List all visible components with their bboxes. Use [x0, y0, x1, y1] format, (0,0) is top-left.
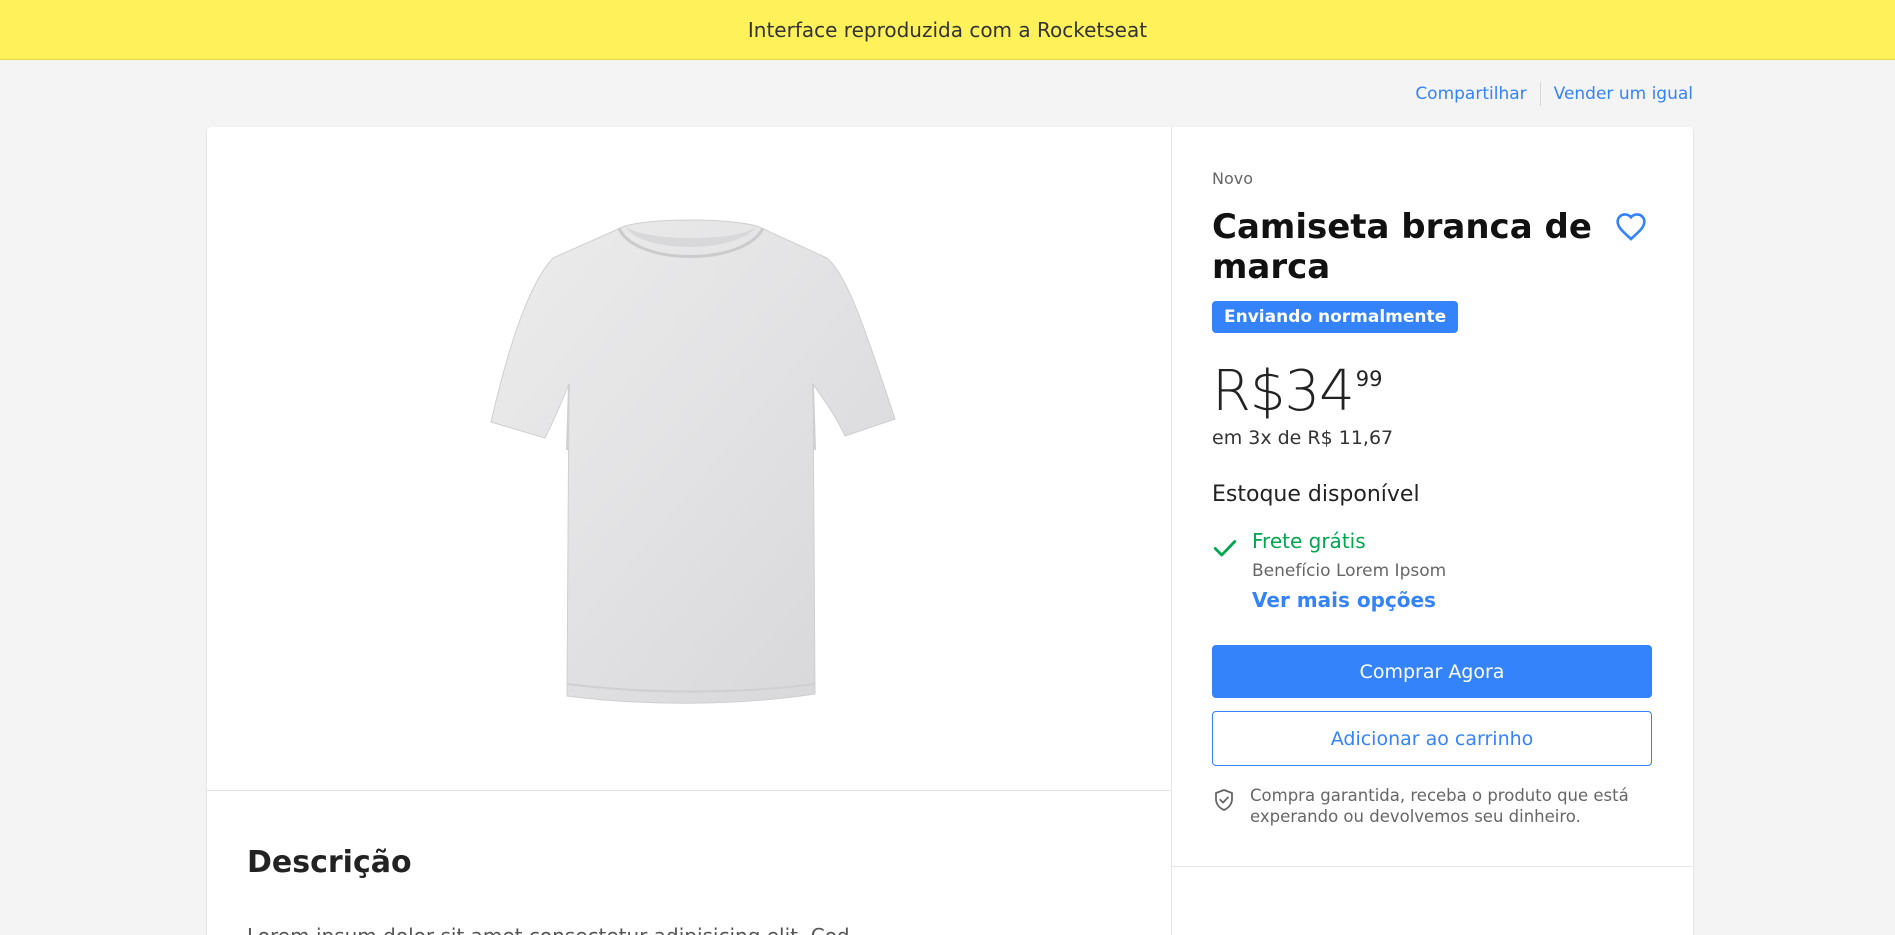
- product-condition: Novo: [1212, 169, 1254, 188]
- add-to-cart-button[interactable]: Adicionar ao carrinho: [1212, 711, 1652, 766]
- purchase-guarantee-text: Compra garantida, receba o produto que e…: [1250, 786, 1629, 826]
- check-icon: [1213, 540, 1237, 557]
- stock-status: Estoque disponível: [1212, 482, 1420, 507]
- price-cents: 99: [1355, 367, 1383, 391]
- product-image[interactable]: [475, 214, 905, 704]
- link-divider: [1539, 82, 1541, 106]
- shield-check-icon: [1215, 789, 1233, 811]
- installments-text: em 3x de R$ 11,67: [1212, 427, 1394, 449]
- description-title: Descrição: [247, 845, 412, 880]
- more-options-link[interactable]: Ver mais opções: [1252, 588, 1436, 612]
- top-banner: Interface reproduzida com a Rocketseat: [0, 0, 1895, 60]
- description-text: Lorem ipsum dolor sit amet consectetur a…: [247, 924, 1127, 935]
- product-info-panel: Novo Camiseta branca de marca Enviando n…: [1172, 127, 1693, 867]
- shipping-benefit: Benefício Lorem Ipsom: [1252, 561, 1447, 581]
- product-card: Descrição Lorem ipsum dolor sit amet con…: [207, 127, 1693, 935]
- heart-icon[interactable]: [1614, 211, 1648, 243]
- shipping-status-badge: Enviando normalmente: [1212, 301, 1459, 333]
- product-left-column: Descrição Lorem ipsum dolor sit amet con…: [207, 127, 1172, 935]
- product-title: Camiseta branca de marca: [1212, 207, 1592, 287]
- buy-now-button[interactable]: Comprar Agora: [1212, 645, 1652, 698]
- free-shipping-label: Frete grátis: [1252, 529, 1366, 553]
- product-price: R$34 99: [1212, 359, 1383, 425]
- sell-similar-link[interactable]: Vender um igual: [1554, 84, 1693, 104]
- top-links: Compartilhar Vender um igual: [1415, 82, 1693, 106]
- price-amount: R$34: [1212, 359, 1355, 424]
- share-link[interactable]: Compartilhar: [1415, 84, 1526, 104]
- banner-text: Interface reproduzida com a Rocketseat: [747, 17, 1148, 42]
- product-image-area: [207, 127, 1172, 791]
